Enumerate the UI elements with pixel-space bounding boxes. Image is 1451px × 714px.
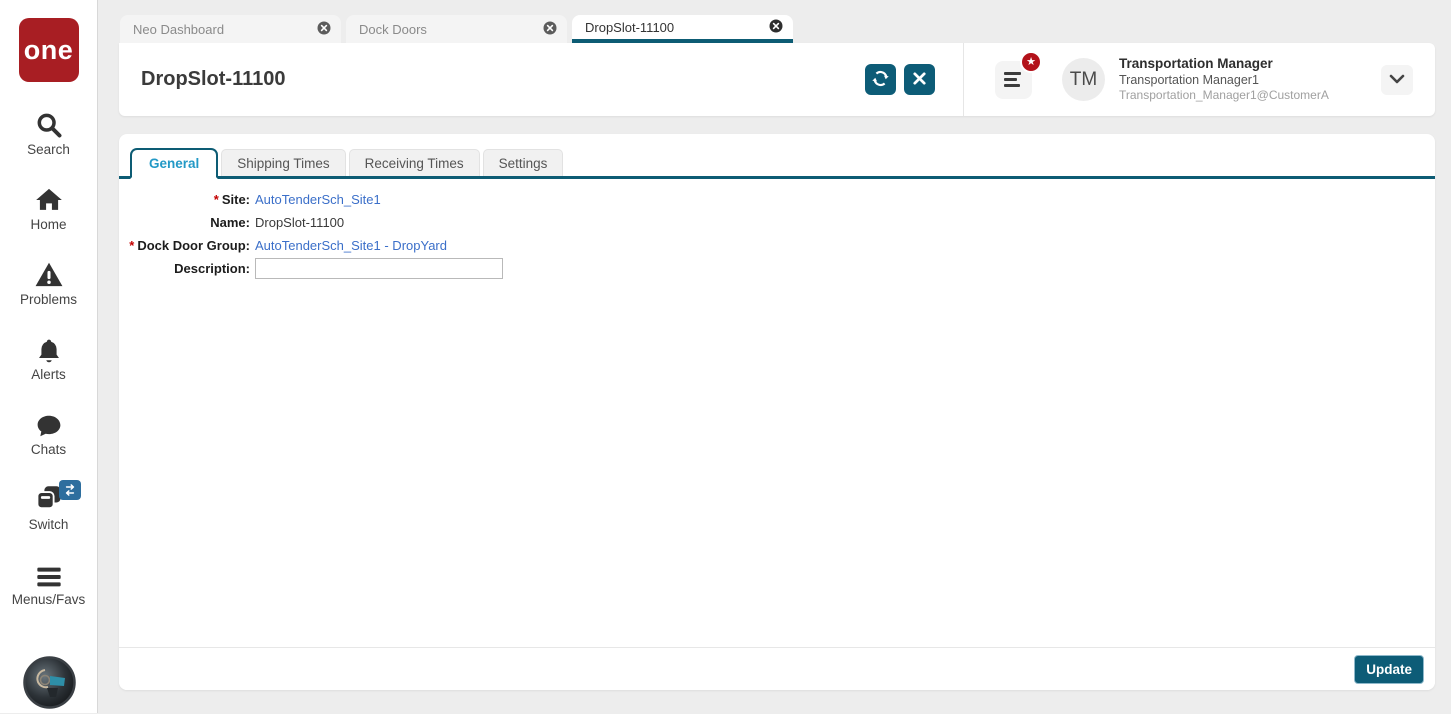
sidebar-item-problems[interactable]: Problems: [1, 259, 97, 307]
chevron-down-icon: [1389, 72, 1405, 87]
left-sidebar: one Search Home Problems Alerts Chats Sw…: [0, 0, 98, 713]
avatar-initials: TM: [1069, 68, 1098, 90]
tab-close-icon[interactable]: [317, 21, 331, 38]
update-button[interactable]: Update: [1354, 654, 1424, 684]
menu-bar: [1004, 72, 1021, 75]
window-tab-label: DropSlot-11100: [585, 19, 675, 35]
user-role: Transportation Manager: [1119, 55, 1273, 71]
tab-close-icon[interactable]: [543, 21, 557, 38]
field-label: * Dock Door Group:: [129, 238, 250, 253]
sidebar-item-label: Alerts: [31, 367, 66, 382]
user-menu-chevron-button[interactable]: [1381, 64, 1413, 95]
window-tab-neo-dashboard[interactable]: Neo Dashboard: [120, 15, 341, 43]
neo-assistant-logo[interactable]: [23, 656, 76, 709]
required-marker: *: [129, 238, 135, 253]
home-icon: [34, 184, 64, 214]
field-label: Name:: [210, 215, 250, 230]
tab-general[interactable]: General: [130, 148, 219, 179]
window-tab-label: Neo Dashboard: [133, 21, 225, 37]
menu-bar: [1004, 84, 1020, 87]
refresh-icon: [871, 69, 890, 91]
page-title: DropSlot-11100: [141, 68, 286, 90]
user-account: Transportation_Manager1@CustomerA: [1119, 88, 1329, 103]
close-x-icon: [912, 71, 927, 89]
detail-panel: General Shipping Times Receiving Times S…: [119, 134, 1435, 690]
required-marker: *: [213, 192, 219, 207]
sidebar-item-home[interactable]: Home: [1, 184, 97, 232]
window-tabstrip: Neo Dashboard Dock Doors DropSlot-11100: [120, 15, 793, 43]
sidebar-item-label: Chats: [30, 442, 67, 457]
field-row-site: * Site: AutoTenderSch_Site1: [119, 188, 1435, 211]
user-info: Transportation Manager Transportation Ma…: [1119, 56, 1351, 104]
sidebar-item-label: Problems: [19, 292, 78, 307]
general-form: * Site: AutoTenderSch_Site1 Name: DropSlo…: [119, 188, 1435, 280]
switch-arrows-badge[interactable]: [58, 480, 81, 500]
bell-icon: [36, 334, 62, 364]
page-header: DropSlot-11100 ★ TM Transportation Manag…: [119, 43, 1435, 116]
star-badge: ★: [1020, 50, 1042, 73]
window-tab-dropslot-11100[interactable]: DropSlot-11100: [572, 15, 793, 43]
header-divider: [963, 43, 964, 116]
sidebar-item-menus-favs[interactable]: Menus/Favs: [1, 559, 97, 607]
field-label: * Site:: [213, 192, 250, 207]
sidebar-item-label: Menus/Favs: [11, 592, 86, 607]
detail-tab-row: General Shipping Times Receiving Times S…: [119, 134, 1435, 179]
tab-label: General: [149, 156, 200, 171]
search-icon: [35, 109, 63, 139]
name-value: DropSlot-11100: [255, 215, 345, 230]
field-row-dock-door-group: * Dock Door Group: AutoTenderSch_Site1 - …: [119, 234, 1435, 257]
tab-close-icon[interactable]: [769, 19, 783, 36]
sidebar-item-label: Switch: [28, 517, 69, 532]
favorites-menu-button[interactable]: ★: [995, 50, 1042, 99]
hamburger-menu-icon: [35, 559, 63, 589]
tab-receiving-times[interactable]: Receiving Times: [348, 149, 480, 176]
field-label: Description:: [174, 261, 250, 276]
user-name: Transportation Manager1: [1119, 72, 1259, 87]
refresh-button[interactable]: [865, 64, 896, 95]
field-row-description: Description:: [119, 257, 1435, 280]
window-tab-label: Dock Doors: [359, 21, 427, 37]
sidebar-item-chats[interactable]: Chats: [1, 409, 97, 457]
tab-settings[interactable]: Settings: [482, 149, 564, 176]
panel-footer: Update: [119, 647, 1435, 690]
sidebar-item-label: Search: [27, 142, 70, 157]
close-button[interactable]: [904, 64, 935, 95]
sidebar-item-label: Home: [30, 217, 67, 232]
tab-label: Receiving Times: [364, 156, 464, 171]
logo-text: one: [23, 34, 74, 65]
chat-bubble-icon: [35, 409, 63, 439]
sidebar-item-alerts[interactable]: Alerts: [1, 334, 97, 382]
window-tab-dock-doors[interactable]: Dock Doors: [346, 15, 567, 43]
sidebar-item-switch[interactable]: Switch: [1, 480, 97, 532]
one-network-logo[interactable]: one: [18, 18, 79, 82]
warning-triangle-icon: [34, 259, 64, 289]
dock-door-group-link[interactable]: AutoTenderSch_Site1 - DropYard: [255, 238, 447, 253]
tab-label: Shipping Times: [237, 156, 330, 171]
user-avatar[interactable]: TM: [1062, 58, 1105, 101]
tab-label: Settings: [498, 156, 548, 171]
field-row-name: Name: DropSlot-11100: [119, 211, 1435, 234]
site-link[interactable]: AutoTenderSch_Site1: [255, 192, 381, 207]
tab-shipping-times[interactable]: Shipping Times: [221, 149, 346, 176]
sidebar-item-search[interactable]: Search: [1, 109, 97, 157]
description-input[interactable]: [255, 258, 503, 279]
menu-bar: [1004, 78, 1017, 81]
